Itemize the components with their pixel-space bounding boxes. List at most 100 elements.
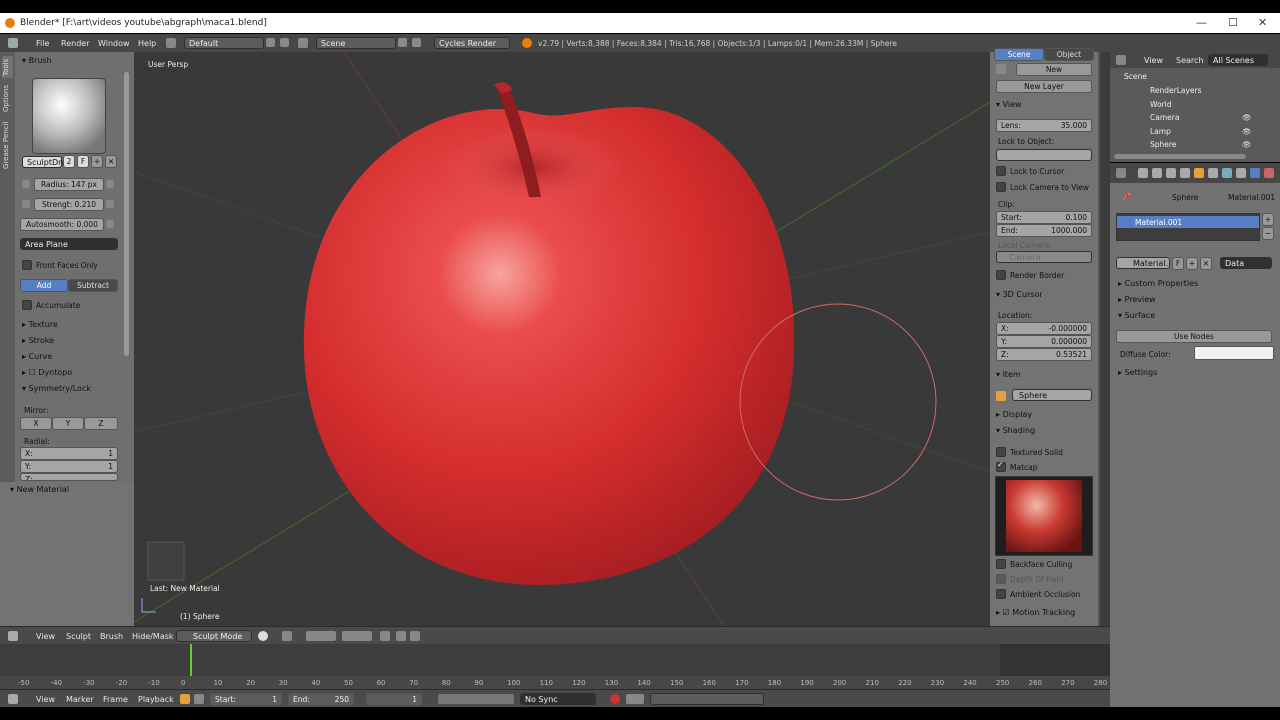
menu-view[interactable]: View xyxy=(36,632,55,641)
custom-props-header[interactable]: ▸ Custom Properties xyxy=(1118,279,1198,288)
menu-file[interactable]: File xyxy=(36,39,49,48)
remove-scene-icon[interactable] xyxy=(412,38,421,47)
menu-render[interactable]: Render xyxy=(61,39,89,48)
add-layout-icon[interactable] xyxy=(266,38,275,47)
render-preview-icon[interactable] xyxy=(396,631,406,641)
unlink-brush-icon[interactable]: ✕ xyxy=(105,155,117,168)
new-brush-icon[interactable]: + xyxy=(91,155,103,168)
matcap-preview[interactable] xyxy=(995,476,1093,556)
menu-window[interactable]: Window xyxy=(98,39,130,48)
material-fake-user-button[interactable]: F xyxy=(1172,257,1184,270)
outliner-editor-icon[interactable] xyxy=(1116,55,1126,65)
scene-tab-icon[interactable] xyxy=(1166,168,1176,178)
radius-slider[interactable]: Radius: 147 px xyxy=(34,178,104,191)
brush-name-field[interactable]: SculptDra xyxy=(22,156,66,168)
item-name-field[interactable]: Sphere xyxy=(1012,389,1092,401)
cursor-panel-header[interactable]: ▾ 3D Cursor xyxy=(996,290,1043,299)
render-tab-icon[interactable] xyxy=(1138,168,1148,178)
clip-start-field[interactable]: Start: 0.100 xyxy=(996,211,1092,224)
radial-z-field[interactable]: Z: xyxy=(20,473,118,481)
lock-cursor-checkbox[interactable] xyxy=(996,166,1006,176)
material-slot-row[interactable]: Material.001 xyxy=(1117,216,1259,228)
accumulate-checkbox[interactable] xyxy=(22,300,32,310)
outliner-item-camera[interactable]: Camera xyxy=(1150,113,1179,122)
subtract-direction-button[interactable]: Subtract xyxy=(68,279,118,292)
timeline-playback-menu[interactable]: Playback xyxy=(138,695,174,704)
unlink-material-icon[interactable]: ✕ xyxy=(1200,257,1212,270)
timeline-view-menu[interactable]: View xyxy=(36,695,55,704)
viewport-canvas[interactable] xyxy=(134,52,990,626)
lock-radius-icon[interactable] xyxy=(22,180,30,188)
outliner-item-renderlayers[interactable]: RenderLayers xyxy=(1150,86,1202,95)
texture-panel-header[interactable]: ▸ Texture xyxy=(22,320,58,329)
lock-camera-checkbox[interactable] xyxy=(996,182,1006,192)
scene-field[interactable]: Scene xyxy=(316,37,396,49)
visibility-eye-icon[interactable]: 👁 xyxy=(1242,113,1252,122)
autosmooth-pressure-icon[interactable] xyxy=(106,220,114,228)
timeline-ruler[interactable]: -50 -40 -30 -20 -10 0 10 20 30 40 50 60 70 80 90 100 110… xyxy=(0,676,1110,689)
diffuse-color-swatch[interactable] xyxy=(1194,346,1274,360)
textured-solid-checkbox[interactable] xyxy=(996,447,1006,457)
backface-checkbox[interactable] xyxy=(996,559,1006,569)
material-field[interactable]: Material. xyxy=(1116,257,1170,269)
outliner-item-world[interactable]: World xyxy=(1150,100,1172,109)
menu-sculpt[interactable]: Sculpt xyxy=(66,632,91,641)
editor-type-icon[interactable] xyxy=(8,38,18,48)
tool-shelf-scrollbar[interactable] xyxy=(124,72,129,356)
brush-preview[interactable] xyxy=(32,78,106,154)
sculpt-plane-select[interactable]: Area Plane xyxy=(20,238,118,250)
radial-y-field[interactable]: Y: 1 xyxy=(20,460,118,473)
editor-type-icon[interactable] xyxy=(8,631,18,641)
record-icon[interactable] xyxy=(610,694,620,704)
opengl-render-icon[interactable] xyxy=(410,631,420,641)
close-button[interactable]: ✕ xyxy=(1258,16,1267,29)
material-tab-icon[interactable] xyxy=(1250,168,1260,178)
material-link-select[interactable]: Data xyxy=(1220,257,1272,269)
keying-icon[interactable] xyxy=(626,694,644,704)
current-frame-field[interactable]: 1 xyxy=(366,693,422,706)
area-separator[interactable] xyxy=(1100,52,1110,720)
lock-object-field[interactable] xyxy=(996,149,1092,161)
screen-layout-icon[interactable] xyxy=(166,38,176,48)
mirror-y-button[interactable]: Y xyxy=(52,417,84,430)
matcap-checkbox[interactable] xyxy=(996,460,1006,472)
tab-options[interactable]: Options xyxy=(2,82,13,114)
new-grease-button[interactable]: New xyxy=(1016,63,1092,76)
tab-scene[interactable]: Scene xyxy=(994,48,1044,61)
cursor-y-field[interactable]: Y: 0.000000 xyxy=(996,335,1092,348)
display-mode-select[interactable]: All Scenes xyxy=(1208,54,1268,66)
autosmooth-slider[interactable]: Autosmooth: 0.000 xyxy=(20,218,104,231)
modifiers-tab-icon[interactable] xyxy=(1222,168,1232,178)
timeline-editor-icon[interactable] xyxy=(8,694,18,704)
layer-lock-icon[interactable] xyxy=(380,631,390,641)
outliner-search-menu[interactable]: Search xyxy=(1176,56,1203,65)
lock-range-icon[interactable] xyxy=(194,694,204,704)
timeline-frame-menu[interactable]: Frame xyxy=(103,695,128,704)
tab-tools[interactable]: Tools xyxy=(2,56,13,78)
motion-tracking-header[interactable]: ▸ ☑ Motion Tracking xyxy=(996,608,1075,617)
display-panel-header[interactable]: ▸ Display xyxy=(996,410,1032,419)
world-tab-icon[interactable] xyxy=(1180,168,1190,178)
minimize-button[interactable]: — xyxy=(1196,16,1207,29)
pressure-radius-icon[interactable] xyxy=(106,180,114,188)
layout-field[interactable]: Default xyxy=(184,37,264,49)
scene-icon[interactable] xyxy=(298,38,308,48)
surface-header[interactable]: ▾ Surface xyxy=(1118,311,1155,320)
pressure-strength-icon[interactable] xyxy=(106,200,114,208)
layer-buttons-1[interactable] xyxy=(306,631,336,641)
maximize-button[interactable]: ☐ xyxy=(1228,16,1238,29)
pivot-icon[interactable] xyxy=(282,631,292,641)
start-frame-field[interactable]: Start: 1 xyxy=(210,693,282,706)
curve-panel-header[interactable]: ▸ Curve xyxy=(22,352,52,361)
stroke-panel-header[interactable]: ▸ Stroke xyxy=(22,336,54,345)
dyntopo-panel-header[interactable]: ▸ ☐ Dyntopo xyxy=(22,368,72,377)
lock-strength-icon[interactable] xyxy=(22,200,30,208)
grease-pencil-icon[interactable] xyxy=(996,64,1006,74)
3d-viewport[interactable]: User Persp Last: New Material (1) Sphere xyxy=(134,52,990,626)
symmetry-panel-header[interactable]: ▾ Symmetry/Lock xyxy=(22,384,91,393)
interaction-mode-select[interactable]: Sculpt Mode xyxy=(176,630,252,642)
ao-checkbox[interactable] xyxy=(996,589,1006,599)
cursor-x-field[interactable]: X: -0.000000 xyxy=(996,322,1092,335)
add-slot-button[interactable]: + xyxy=(1262,213,1274,226)
strength-slider[interactable]: Strengt: 0.210 xyxy=(34,198,104,211)
